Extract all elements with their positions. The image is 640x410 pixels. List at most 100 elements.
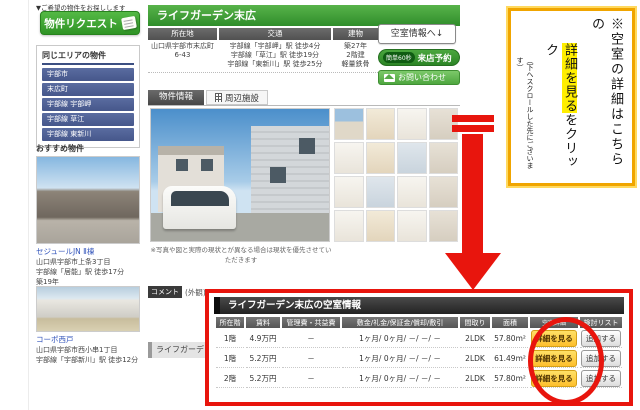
vacancy-row: 1階 5.2万円 － 1ヶ月/ 0ヶ月/ －/ －/ － 2LDK 61.49m… (216, 350, 622, 368)
cell-rent: 5.2万円 (246, 350, 280, 368)
callout-line-2: 詳細を見るをクリック (541, 17, 579, 177)
info-table-values: 山口県宇部市末広町6-43 宇部線「宇部岬」駅 徒歩4分 宇部線「草江」駅 徒歩… (148, 42, 378, 73)
col-add-list: 検討リスト (580, 317, 622, 328)
easy-60s-badge: 簡単60秒 (383, 52, 415, 63)
cell-layout: 2LDK (460, 350, 490, 368)
cell-area: 57.80m² (492, 370, 528, 388)
building-structure: 軽量鉄骨 (333, 60, 378, 69)
col-detail: 空室詳細 (530, 317, 578, 328)
vacancy-info-button[interactable]: 空室情報へ↓ (378, 24, 456, 44)
sidebar-item-higashishinkawa[interactable]: 宇部線 東新川 (42, 128, 134, 141)
contact-button[interactable]: お問い合わせ (378, 70, 460, 85)
recommended-access-2: 宇部線「宇部新川」駅 徒歩12分 (36, 355, 142, 365)
sidebar-item-suehirocho[interactable]: 末広町 (42, 83, 134, 96)
photo-house-right (251, 126, 330, 213)
same-area-title: 同じエリアの物件 (42, 50, 134, 65)
photo-thumbnail[interactable] (334, 142, 364, 174)
property-access: 宇部線「宇部岬」駅 徒歩4分 宇部線「草江」駅 徒歩19分 宇部線「東新川」駅 … (219, 42, 331, 69)
sidebar-item-ube-city[interactable]: 宇部市 (42, 68, 134, 81)
vacancy-table: 所在階 賃料 管理費・共益費 敷金/礼金/保証金/償却/敷引 間取り 面積 空室… (214, 315, 624, 390)
cell-fee: － (282, 370, 340, 388)
recommended-link-2[interactable]: コーポ西戸 (36, 334, 142, 345)
info-table-header: 所在地 交通 建物 (148, 28, 378, 40)
recommended-link-1[interactable]: セジュールJN Ⅱ棟 (36, 246, 142, 257)
cell-deposit: 1ヶ月/ 0ヶ月/ －/ －/ － (342, 350, 458, 368)
vacancy-row: 1階 4.9万円 － 1ヶ月/ 0ヶ月/ －/ －/ － 2LDK 57.80m… (216, 330, 622, 348)
request-button-label: 物件リクエスト (44, 16, 118, 31)
col-deposit: 敷金/礼金/保証金/償却/敷引 (342, 317, 458, 328)
callout-text: ※空室の詳細はこちらの 詳細を見るをクリック （下へスクロールした先にございます… (511, 11, 632, 183)
photo-thumbnail[interactable] (334, 108, 364, 140)
cell-floor: 1階 (216, 350, 244, 368)
cell-fee: － (282, 350, 340, 368)
recommended-photo-1[interactable] (36, 156, 140, 244)
callout-note: （下へスクロールした先にございます） (515, 17, 535, 177)
detail-button[interactable]: 詳細を見る (531, 330, 577, 347)
photo-thumbnail[interactable] (397, 176, 427, 208)
comment-text: (外観) (185, 287, 206, 298)
photo-thumbnail[interactable] (334, 176, 364, 208)
callout-highlight: 詳細を見る (562, 43, 577, 113)
photo-thumbnail[interactable] (366, 210, 396, 242)
photo-thumbnail[interactable] (429, 210, 459, 242)
memo-icon (121, 16, 137, 30)
photo-thumbnail[interactable] (429, 176, 459, 208)
add-to-list-button[interactable]: 追加する (581, 350, 621, 367)
callout-line-1: ※空室の詳細はこちらの (587, 17, 625, 177)
tab-underline (148, 105, 460, 106)
sidebar-item-kusae[interactable]: 宇部線 草江 (42, 113, 134, 126)
callout-box: ※空室の詳細はこちらの 詳細を見るをクリック （下へスクロールした先にございます… (508, 8, 635, 186)
photo-thumbnail[interactable] (366, 108, 396, 140)
add-to-list-button[interactable]: 追加する (581, 330, 621, 347)
photo-window (299, 138, 315, 154)
photo-thumbnail[interactable] (429, 142, 459, 174)
photo-thumbnail[interactable] (334, 210, 364, 242)
cell-floor: 1階 (216, 330, 244, 348)
detail-button[interactable]: 詳細を見る (531, 370, 577, 387)
photo-window (201, 159, 213, 171)
comment-label: コメント (148, 286, 182, 298)
recommended-address-2: 山口県宇部市西小串1丁目 (36, 345, 142, 355)
main-photo[interactable] (150, 108, 330, 242)
vacancy-panel-title: ライフガーデン末広の空室情報 (214, 297, 624, 314)
cell-layout: 2LDK (460, 370, 490, 388)
col-fee: 管理費・共益費 (282, 317, 340, 328)
same-area-box: 同じエリアの物件 宇部市 末広町 宇部線 宇部岬 宇部線 草江 宇部線 東新川 (36, 45, 140, 148)
cell-deposit: 1ヶ月/ 0ヶ月/ －/ －/ － (342, 330, 458, 348)
access-line-3: 宇部線「東新川」駅 徒歩25分 (219, 60, 331, 69)
red-arrow-segment (452, 115, 494, 122)
recommended-address-1: 山口県宇部市上条3丁目 (36, 257, 142, 267)
property-request-button[interactable]: 物件リクエスト (40, 11, 140, 35)
property-location: 山口県宇部市末広町6-43 (148, 42, 217, 69)
col-building: 建物 (333, 28, 378, 40)
tab-surroundings-label: 周辺施設 (225, 92, 259, 104)
recommended-card-1: セジュールJN Ⅱ棟 山口県宇部市上条3丁目 宇部線「居能」駅 徒歩17分 築1… (36, 246, 142, 287)
photo-van (163, 186, 236, 230)
photo-thumbnail[interactable] (397, 142, 427, 174)
photo-thumbnail[interactable] (366, 142, 396, 174)
detail-button[interactable]: 詳細を見る (531, 350, 577, 367)
visit-reserve-button[interactable]: 簡単60秒 来店予約 (378, 49, 460, 66)
access-line-2: 宇部線「草江」駅 徒歩19分 (219, 51, 331, 60)
tab-surroundings[interactable]: 周辺施設 (206, 90, 268, 105)
building-age: 築27年 (333, 42, 378, 51)
vacancy-row: 2階 5.2万円 － 1ヶ月/ 0ヶ月/ －/ －/ － 2LDK 57.80m… (216, 370, 622, 388)
property-building: 築27年 2階建 軽量鉄骨 (333, 42, 378, 69)
photo-thumbnail[interactable] (429, 108, 459, 140)
cell-rent: 5.2万円 (246, 370, 280, 388)
photo-thumbnail[interactable] (366, 176, 396, 208)
recommended-photo-2[interactable] (36, 286, 140, 332)
red-arrow-segment (452, 125, 494, 132)
photo-thumbnail[interactable] (397, 108, 427, 140)
cell-layout: 2LDK (460, 330, 490, 348)
photo-thumbnail[interactable] (397, 210, 427, 242)
col-layout: 間取り (460, 317, 490, 328)
photo-caption: ※写真や図と実際の現状とが異なる場合は現状を優先させていただきます (148, 244, 334, 264)
col-location: 所在地 (148, 28, 217, 40)
sidebar-item-ubemisaki[interactable]: 宇部線 宇部岬 (42, 98, 134, 111)
recommended-card-2: コーポ西戸 山口県宇部市西小串1丁目 宇部線「宇部新川」駅 徒歩12分 (36, 334, 142, 365)
page: ▼ご希望の物件をお探しします 物件リクエスト 同じエリアの物件 宇部市 末広町 … (0, 0, 640, 410)
add-to-list-button[interactable]: 追加する (581, 370, 621, 387)
tab-property-info[interactable]: 物件情報 (148, 90, 204, 105)
photo-thumbnail-grid (334, 108, 458, 242)
